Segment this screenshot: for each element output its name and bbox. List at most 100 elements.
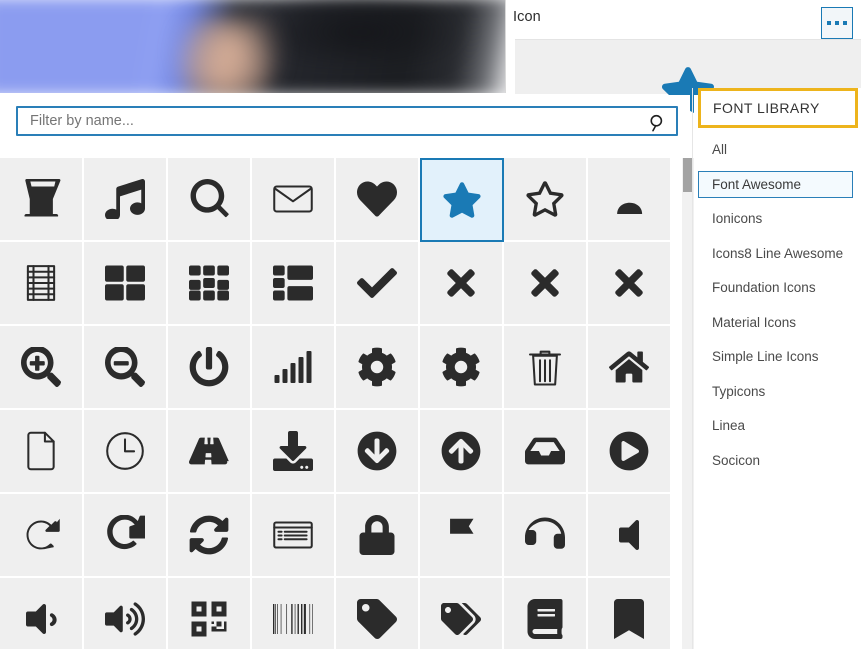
redo-icon (107, 515, 145, 550)
icon-cell-arrow-circle-down[interactable] (336, 410, 420, 494)
icon-cell-gear[interactable] (420, 326, 504, 410)
icon-cell-trash[interactable] (504, 326, 588, 410)
icon-cell-list-alt[interactable] (252, 494, 336, 578)
icon-cell-headphones[interactable] (504, 494, 588, 578)
icon-cell-home[interactable] (588, 326, 672, 410)
icon-property-panel: Icon (505, 0, 861, 117)
icon-cell-times-heavy[interactable] (588, 242, 672, 326)
font-library-item-typicons[interactable]: Typicons (698, 378, 858, 405)
icon-cell-times[interactable] (420, 242, 504, 326)
times-bold-icon (531, 269, 559, 297)
icon-cell-envelope[interactable] (252, 158, 336, 242)
lock-icon (359, 515, 395, 555)
icon-cell-play-circle[interactable] (588, 410, 672, 494)
icon-cell-lock[interactable] (336, 494, 420, 578)
icon-cell-repeat[interactable] (0, 494, 84, 578)
font-library-item-ionicons[interactable]: Ionicons (698, 205, 858, 232)
inbox-icon (525, 437, 565, 465)
icon-cell-tags[interactable] (420, 578, 504, 649)
arrow-circle-down-icon (357, 431, 397, 471)
icon-cell-book[interactable] (504, 578, 588, 649)
icon-cell-search-minus[interactable] (84, 326, 168, 410)
font-library-item-font-awesome[interactable]: Font Awesome (698, 170, 853, 198)
icon-cell-glass[interactable] (0, 158, 84, 242)
search-minus-icon (105, 347, 145, 387)
font-library-item-material-icons[interactable]: Material Icons (698, 309, 858, 336)
times-icon (447, 269, 475, 297)
search-icon[interactable] (648, 113, 668, 133)
search-input[interactable] (18, 108, 676, 134)
font-library-item-simple-line-icons[interactable]: Simple Line Icons (698, 343, 858, 370)
list-alt-icon (273, 521, 313, 549)
icon-cell-search-plus[interactable] (0, 326, 84, 410)
font-library-item-socicon[interactable]: Socicon (698, 447, 858, 474)
tags-icon (441, 603, 481, 635)
icon-cell-bookmark[interactable] (588, 578, 672, 649)
font-library-item-foundation-icons[interactable]: Foundation Icons (698, 274, 858, 301)
icon-cell-music[interactable] (84, 158, 168, 242)
filter-bar-region (0, 95, 690, 157)
icon-cell-search[interactable] (168, 158, 252, 242)
font-library-list: All Font Awesome Ionicons Icons8 Line Aweso… (698, 136, 858, 481)
power-off-icon (189, 347, 229, 387)
font-library-header: FONT LIBRARY (698, 88, 858, 128)
icon-cell-power-off[interactable] (168, 326, 252, 410)
more-options-button[interactable] (821, 7, 853, 39)
icon-cell-star[interactable] (420, 158, 504, 242)
icon-cell-tag[interactable] (336, 578, 420, 649)
icon-cell-times-bold[interactable] (504, 242, 588, 326)
search-icon (190, 179, 229, 218)
font-library-item-label: Foundation Icons (712, 280, 816, 295)
icon-cell-arrow-circle-up[interactable] (420, 410, 504, 494)
heart-icon (357, 181, 397, 217)
icon-preview-bar[interactable] (515, 39, 861, 117)
font-library-item-label: Linea (712, 418, 746, 433)
clock-icon (106, 432, 144, 470)
icon-cell-qrcode[interactable] (168, 578, 252, 649)
icon-cell-refresh[interactable] (168, 494, 252, 578)
film-icon (26, 265, 56, 301)
icon-cell-th-list[interactable] (252, 242, 336, 326)
icon-cell-th-grid[interactable] (168, 242, 252, 326)
star-icon (443, 182, 481, 218)
home-icon (609, 351, 649, 383)
icon-cell-file[interactable] (0, 410, 84, 494)
icon-cell-volume-down[interactable] (0, 578, 84, 649)
headphones-icon (525, 517, 565, 549)
icon-cell-redo[interactable] (84, 494, 168, 578)
icon-cell-volume-off[interactable] (588, 494, 672, 578)
icon-property-label: Icon (513, 9, 541, 25)
volume-off-icon (619, 519, 639, 551)
book-icon (527, 599, 563, 639)
icon-cell-check[interactable] (336, 242, 420, 326)
font-library-item-all[interactable]: All (698, 136, 858, 163)
icon-cell-volume-up[interactable] (84, 578, 168, 649)
icon-cell-th-large[interactable] (84, 242, 168, 326)
icon-cell-inbox[interactable] (504, 410, 588, 494)
icon-cell-film[interactable] (0, 242, 84, 326)
icon-cell-cog[interactable] (336, 326, 420, 410)
icon-cell-user[interactable] (588, 158, 672, 242)
icon-cell-star-outline[interactable] (504, 158, 588, 242)
icon-cell-clock[interactable] (84, 410, 168, 494)
font-library-item-icons8-line-awesome[interactable]: Icons8 Line Awesome (698, 240, 858, 267)
volume-down-icon (26, 603, 57, 635)
icon-cell-barcode[interactable] (252, 578, 336, 649)
icon-cell-download[interactable] (252, 410, 336, 494)
icon-cell-road[interactable] (168, 410, 252, 494)
flag-icon (448, 517, 474, 553)
font-library-item-linea[interactable]: Linea (698, 412, 858, 439)
font-library-item-label: All (712, 142, 728, 157)
icon-grid-scroll-area[interactable] (0, 158, 694, 649)
icon-cell-signal[interactable] (252, 326, 336, 410)
search-field-wrapper[interactable] (16, 106, 678, 136)
icon-cell-flag[interactable] (420, 494, 504, 578)
play-circle-icon (609, 431, 649, 471)
user-icon (617, 202, 643, 214)
th-large-icon (105, 265, 145, 301)
file-icon (27, 431, 55, 471)
road-icon (189, 437, 229, 465)
icon-cell-heart[interactable] (336, 158, 420, 242)
photo-blur-layer-b (170, 18, 300, 93)
th-list-icon (273, 265, 313, 301)
